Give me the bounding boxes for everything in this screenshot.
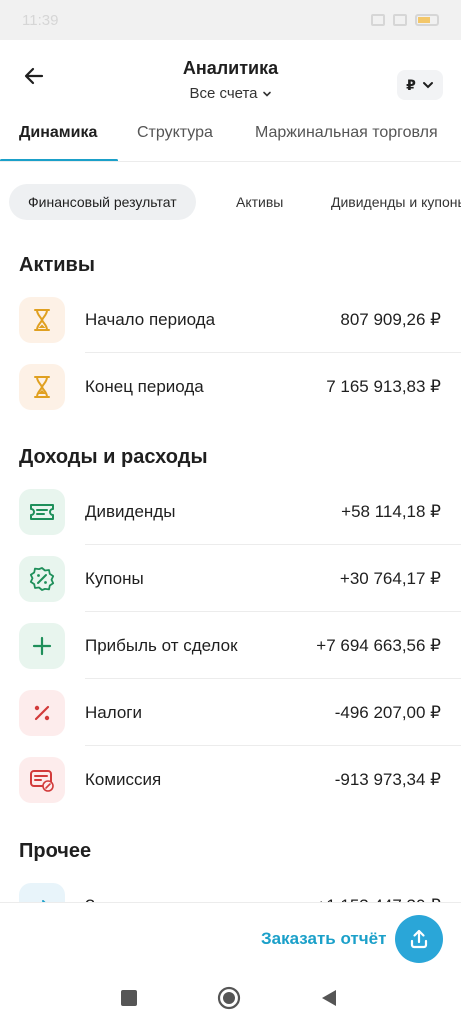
row-label: Дивиденды (85, 501, 176, 521)
order-report-button[interactable]: Заказать отчёт (261, 929, 386, 949)
list-item-period-start[interactable]: Начало периода 807 909,26 ₽ (0, 286, 461, 353)
currency-label: ₽ (406, 76, 416, 93)
section-title-income-expenses: Доходы и расходы (19, 446, 208, 468)
row-value: -496 207,00 ₽ (334, 702, 441, 722)
row-value: +7 694 663,56 ₽ (316, 635, 441, 655)
filter-chips: Финансовый результат Активы Дивиденды и … (0, 164, 461, 224)
row-value: +30 764,17 ₽ (339, 568, 441, 588)
chevron-down-icon (422, 82, 433, 89)
sim-icon (371, 14, 385, 26)
chevron-down-icon (262, 91, 271, 97)
ticket-icon (19, 488, 65, 535)
tab-active-indicator (0, 159, 118, 161)
discount-badge-icon (19, 555, 65, 602)
back-nav-button[interactable] (317, 986, 341, 1010)
tab-margin-trading[interactable]: Маржинальная торговля (255, 124, 438, 142)
status-time: 11:39 (22, 11, 59, 29)
hourglass-icon (19, 363, 65, 410)
hourglass-icon (19, 296, 65, 343)
receipt-percent-icon (19, 756, 65, 803)
plus-icon (19, 622, 65, 669)
row-label: Купоны (85, 568, 144, 588)
bottom-action-bar: Заказать отчёт (0, 902, 461, 972)
chip-assets[interactable]: Активы (236, 184, 283, 220)
row-value: 807 909,26 ₽ (340, 309, 441, 329)
page-title: Аналитика (182, 58, 279, 78)
row-label: Прибыль от сделок (85, 635, 238, 655)
row-value: 7 165 913,83 ₽ (326, 376, 441, 396)
row-value: -913 973,34 ₽ (334, 769, 441, 789)
upload-button[interactable] (395, 915, 443, 963)
home-button[interactable] (217, 986, 241, 1010)
system-nav-bar (0, 972, 461, 1024)
chip-dividends-coupons[interactable]: Дивиденды и купоны (331, 184, 461, 220)
triangle-left-icon (322, 990, 336, 1006)
circle-icon (217, 986, 241, 1010)
status-bar: 11:39 (0, 0, 461, 40)
list-item-coupons[interactable]: Купоны +30 764,17 ₽ (0, 545, 461, 612)
account-selector[interactable]: Все счета (189, 85, 271, 102)
currency-selector[interactable]: ₽ (397, 70, 443, 100)
battery-icon (415, 14, 439, 26)
account-selector-label: Все счета (189, 85, 258, 102)
upload-icon (410, 929, 428, 949)
signal-icon (393, 14, 407, 26)
list-item-commission[interactable]: Комиссия -913 973,34 ₽ (0, 746, 461, 813)
row-label: Конец периода (85, 376, 204, 396)
list-item-trade-profit[interactable]: Прибыль от сделок +7 694 663,56 ₽ (0, 612, 461, 679)
status-icons (371, 14, 439, 26)
list-item-period-end[interactable]: Конец периода 7 165 913,83 ₽ (0, 353, 461, 420)
header: Аналитика Все счета ₽ (0, 40, 461, 124)
tab-bar: Динамика Структура Маржинальная торговля (0, 124, 461, 162)
chip-financial-result[interactable]: Финансовый результат (9, 184, 196, 220)
tab-structure[interactable]: Структура (137, 124, 213, 142)
row-label: Комиссия (85, 769, 162, 789)
list-item-dividends[interactable]: Дивиденды +58 114,18 ₽ (0, 478, 461, 545)
row-label: Налоги (85, 702, 142, 722)
section-title-other: Прочее (19, 840, 92, 862)
tab-dynamics[interactable]: Динамика (19, 124, 97, 142)
row-label: Начало периода (85, 309, 216, 329)
square-icon (121, 990, 137, 1006)
percent-icon (19, 689, 65, 736)
recent-apps-button[interactable] (117, 986, 141, 1010)
row-value: +58 114,18 ₽ (341, 501, 441, 521)
list-item-taxes[interactable]: Налоги -496 207,00 ₽ (0, 679, 461, 746)
section-title-assets: Активы (19, 254, 95, 276)
